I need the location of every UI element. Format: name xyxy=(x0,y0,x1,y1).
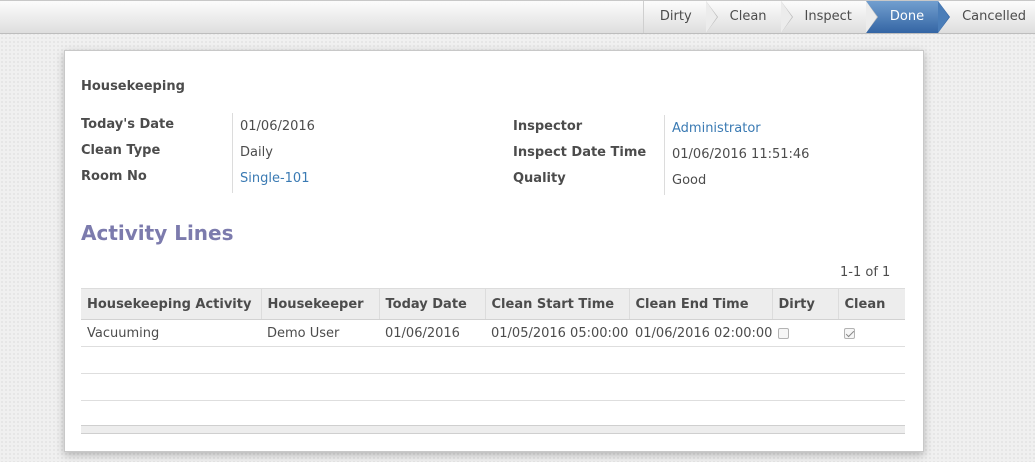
column-header-dirty[interactable]: Dirty xyxy=(771,288,838,320)
pager-value[interactable]: 1-1 of 1 xyxy=(840,265,890,280)
form-sheet: Housekeeping Today's Date Clean Type Roo… xyxy=(64,50,924,452)
stage-label: Cancelled xyxy=(962,9,1026,24)
cell-dirty xyxy=(772,319,838,347)
table-row-empty xyxy=(81,373,905,401)
table-row[interactable]: Vacuuming Demo User 01/06/2016 01/05/201… xyxy=(81,319,905,347)
column-header-clean[interactable]: Clean xyxy=(837,288,905,320)
inspect-date-time-label: Inspect Date Time xyxy=(513,145,647,160)
room-no-label: Room No xyxy=(81,169,147,184)
cell-clean-end-time: 01/06/2016 02:00:00 xyxy=(629,319,772,347)
stage-label: Dirty xyxy=(659,9,692,24)
todays-date-label: Today's Date xyxy=(81,117,175,132)
field-separator xyxy=(664,115,665,195)
status-bar: Dirty Clean Inspect Done Cancelled xyxy=(0,0,1035,34)
stage-label: Inspect xyxy=(804,9,852,24)
cell-housekeeper: Demo User xyxy=(261,319,379,347)
activity-lines-heading: Activity Lines xyxy=(81,221,234,245)
table-row-empty xyxy=(81,400,905,428)
cell-today-date: 01/06/2016 xyxy=(379,319,485,347)
table-row-empty xyxy=(81,346,905,374)
column-header-housekeeper[interactable]: Housekeeper xyxy=(260,288,379,320)
column-header-clean-end-time[interactable]: Clean End Time xyxy=(628,288,772,320)
table-footer xyxy=(81,425,905,434)
inspector-label: Inspector xyxy=(513,119,583,134)
clean-type-label: Clean Type xyxy=(81,143,161,158)
inspect-date-time-value[interactable]: 01/06/2016 11:51:46 xyxy=(672,147,809,162)
clean-checkbox[interactable] xyxy=(844,327,855,339)
inspector-link[interactable]: Administrator xyxy=(672,121,761,136)
quality-label: Quality xyxy=(513,171,566,186)
stage-cancelled[interactable]: Cancelled xyxy=(938,1,1035,33)
table-header-row: Housekeeping Activity Housekeeper Today … xyxy=(81,288,905,320)
dirty-checkbox[interactable] xyxy=(778,327,789,339)
cell-activity: Vacuuming xyxy=(81,319,261,347)
column-header-activity[interactable]: Housekeeping Activity xyxy=(81,288,261,320)
quality-value[interactable]: Good xyxy=(672,173,706,188)
clean-type-value[interactable]: Daily xyxy=(240,145,273,160)
room-no-link[interactable]: Single-101 xyxy=(240,171,309,186)
cell-clean-start-time: 01/05/2016 05:00:00 xyxy=(485,319,629,347)
stage-inspect[interactable]: Inspect xyxy=(781,1,878,33)
form-title: Housekeeping xyxy=(81,79,185,94)
column-header-today-date[interactable]: Today Date xyxy=(378,288,485,320)
stage-label: Clean xyxy=(729,9,767,24)
todays-date-value[interactable]: 01/06/2016 xyxy=(240,119,315,134)
stage-dirty[interactable]: Dirty xyxy=(644,1,718,33)
cell-clean xyxy=(838,319,905,347)
column-header-clean-start-time[interactable]: Clean Start Time xyxy=(484,288,629,320)
field-separator xyxy=(232,113,233,193)
activity-lines-table: Housekeeping Activity Housekeeper Today … xyxy=(81,288,905,428)
stage-label: Done xyxy=(889,9,925,24)
stage-pipeline: Dirty Clean Inspect Done Cancelled xyxy=(642,1,1035,33)
